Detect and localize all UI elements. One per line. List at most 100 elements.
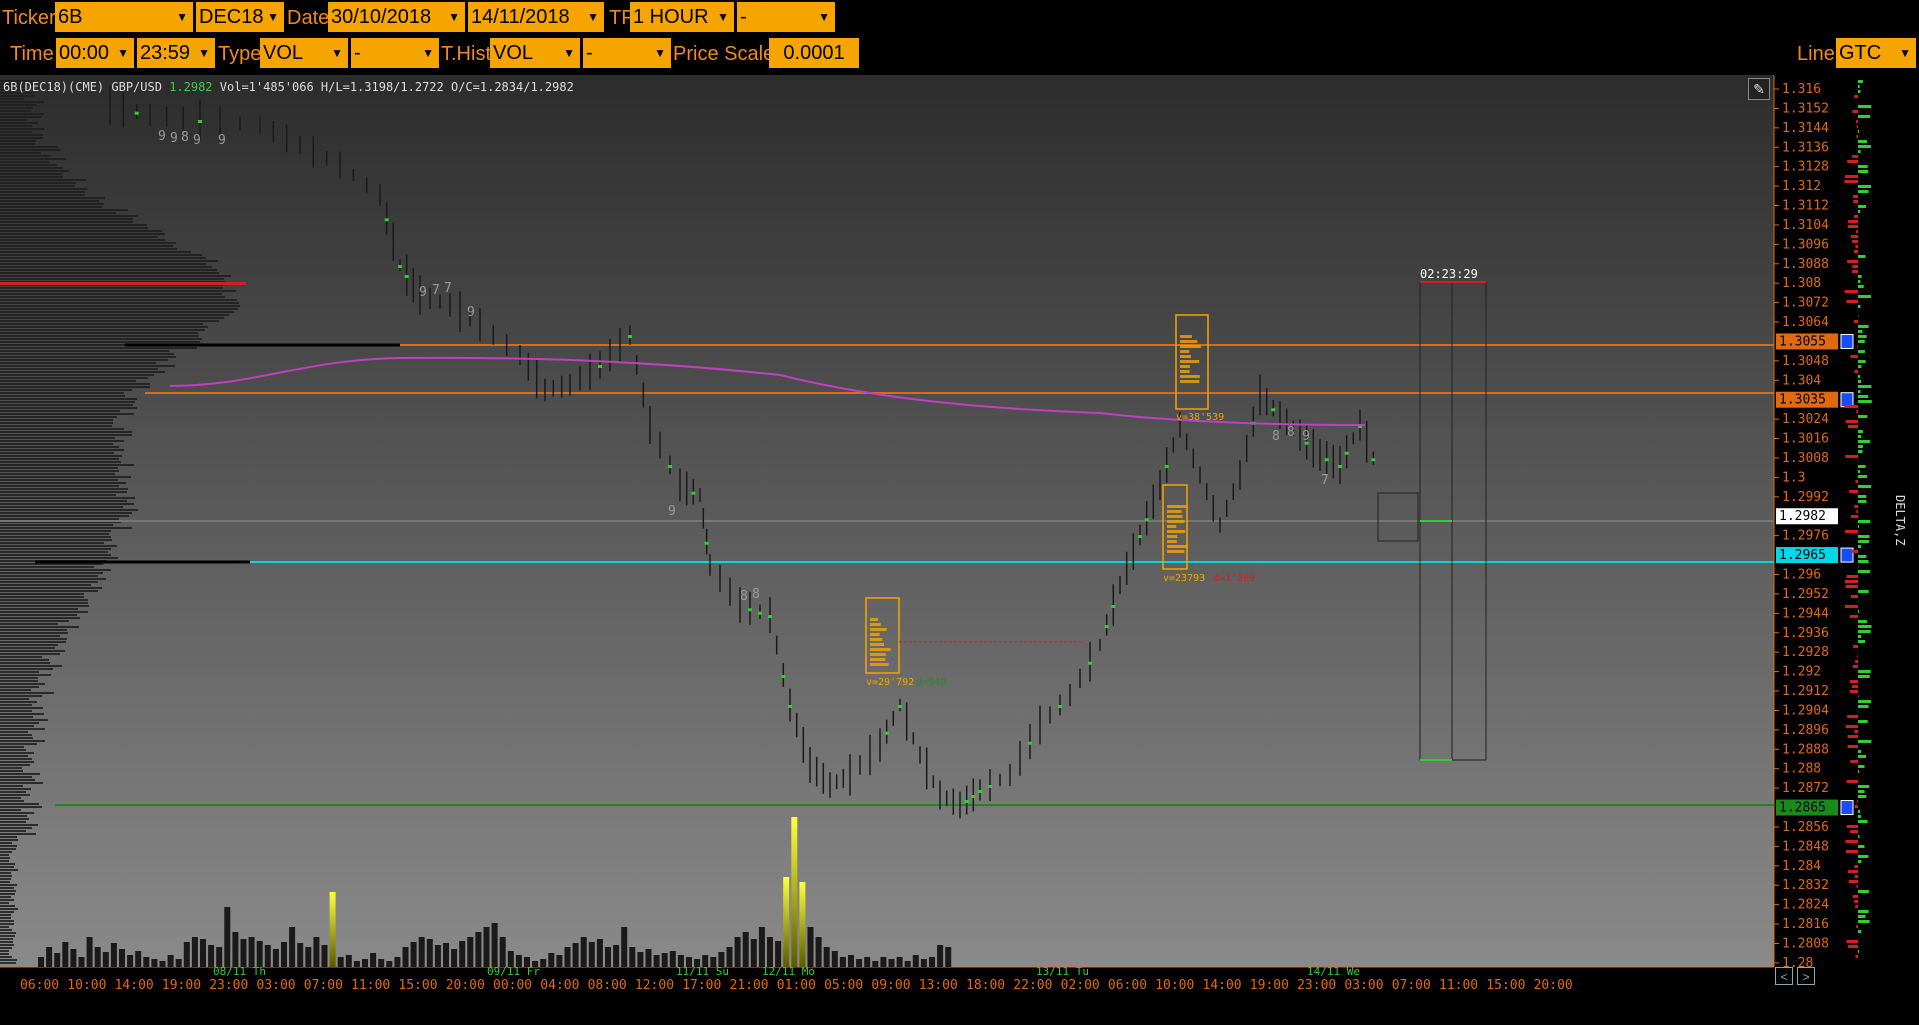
- price-chart[interactable]: v=38'539 v=23793 d=1'389 v=29'792 d=940 02:23…: [0, 75, 1919, 1025]
- time-to-value: 23:59: [140, 42, 191, 64]
- profile-bar: [0, 767, 22, 769]
- thist-select[interactable]: VOL ▼: [490, 38, 580, 68]
- volume-bar: [726, 947, 733, 967]
- time-to-select[interactable]: 23:59 ▼: [137, 38, 215, 68]
- tpo-digit: 9: [1302, 429, 1310, 444]
- price-label: 1.3064: [1782, 315, 1829, 330]
- type-select[interactable]: VOL ▼: [260, 38, 348, 68]
- profile-bar: [0, 368, 158, 370]
- profile-bar: [0, 554, 111, 556]
- profile-bar: [0, 389, 132, 391]
- volume-bar: [159, 961, 166, 967]
- delta-mark: [988, 785, 992, 788]
- profile-bar: [0, 110, 31, 112]
- tf-select[interactable]: 1 HOUR ▼: [630, 2, 734, 32]
- cluster-row: [870, 653, 886, 656]
- price-label: 1.2856: [1782, 820, 1829, 835]
- delta-bar: [1844, 580, 1859, 583]
- profile-bar: [0, 404, 133, 406]
- profile-bar: [0, 707, 43, 709]
- profile-bar: [0, 329, 205, 331]
- date-to-select[interactable]: 14/11/2018 ▼: [468, 2, 604, 32]
- price-label: 1.2832: [1782, 878, 1829, 893]
- profile-bar: [0, 173, 62, 175]
- price-label: 1.3024: [1782, 412, 1829, 427]
- volume-bar: [191, 937, 198, 967]
- ticker-select[interactable]: 6B ▼: [55, 2, 193, 32]
- cluster-row: [1167, 530, 1186, 533]
- delta-mark: [768, 615, 772, 618]
- type-extra-select[interactable]: - ▼: [351, 38, 439, 68]
- delta-bar: [1858, 440, 1871, 443]
- delta-mark: [964, 800, 969, 803]
- delta-mark: [1271, 408, 1276, 412]
- profile-bar: [0, 959, 17, 961]
- profile-bar: [0, 803, 39, 805]
- profile-bar: [0, 320, 219, 322]
- scale-right-button[interactable]: >: [1797, 967, 1815, 985]
- volume-bar: [248, 937, 255, 967]
- delta-bar: [1858, 90, 1861, 93]
- poc-line: [0, 282, 246, 285]
- profile-bar: [0, 572, 103, 574]
- delta-mark: [1028, 741, 1032, 745]
- delta-mark: [1138, 535, 1142, 538]
- profile-bar: [0, 815, 27, 817]
- delta-bar: [1858, 910, 1869, 913]
- profile-bar: [0, 137, 43, 139]
- profile-bar: [0, 800, 24, 802]
- profile-bar: [0, 518, 119, 520]
- profile-bar: [0, 719, 48, 721]
- delta-bar: [1858, 920, 1870, 923]
- delta-bar: [1846, 940, 1859, 943]
- delta-bar: [1858, 205, 1866, 208]
- volume-bar: [548, 953, 555, 967]
- profile-bar: [0, 683, 45, 685]
- line-value: GTC: [1839, 42, 1882, 64]
- profile-bar: [0, 674, 51, 676]
- profile-bar: [0, 140, 36, 142]
- pencil-icon[interactable]: ✎: [1748, 78, 1770, 100]
- contract-select[interactable]: DEC18 ▼: [196, 2, 284, 32]
- price-label: 1.2848: [1782, 839, 1829, 854]
- profile-bar: [0, 890, 16, 892]
- profile-bar: [0, 581, 98, 583]
- time-label: 05:00: [824, 978, 863, 993]
- profile-bar: [0, 917, 11, 919]
- scale-left-button[interactable]: <: [1775, 967, 1793, 985]
- thist-extra-select[interactable]: - ▼: [583, 38, 671, 68]
- profile-bar: [0, 269, 217, 271]
- profile-bar: [0, 833, 36, 835]
- cluster-row: [870, 623, 881, 626]
- tf-extra-select[interactable]: - ▼: [737, 2, 835, 32]
- profile-bar: [0, 413, 134, 415]
- profile-bar: [0, 923, 14, 925]
- profile-bar: [0, 950, 9, 952]
- profile-bar: [0, 956, 12, 958]
- profile-bar: [0, 104, 37, 106]
- volume-bar: [240, 939, 247, 967]
- profile-bar: [0, 458, 119, 460]
- delta-bar: [1854, 95, 1859, 98]
- delta-bar: [1858, 340, 1865, 343]
- profile-bar: [0, 836, 17, 838]
- volume-bar: [418, 937, 425, 967]
- profile-bar: [0, 773, 40, 775]
- price-scale-input[interactable]: 0.0001: [769, 38, 859, 68]
- price-label: 1.2928: [1782, 645, 1829, 660]
- delta-bar: [1854, 505, 1858, 508]
- delta-bar: [1858, 795, 1867, 798]
- chevron-down-icon: ▼: [587, 10, 599, 24]
- volume-bar: [904, 961, 911, 967]
- date-from-select[interactable]: 30/10/2018 ▼: [328, 2, 465, 32]
- line-select[interactable]: GTC ▼: [1836, 38, 1916, 68]
- profile-bar: [0, 575, 98, 577]
- time-from-select[interactable]: 00:00 ▼: [56, 38, 134, 68]
- profile-bar: [0, 596, 84, 598]
- profile-bar: [0, 323, 203, 325]
- profile-bar: [0, 878, 11, 880]
- volume-bar: [321, 945, 328, 967]
- delta-bar: [1852, 270, 1858, 273]
- profile-bar: [0, 647, 55, 649]
- price-label: 1.3144: [1782, 121, 1829, 136]
